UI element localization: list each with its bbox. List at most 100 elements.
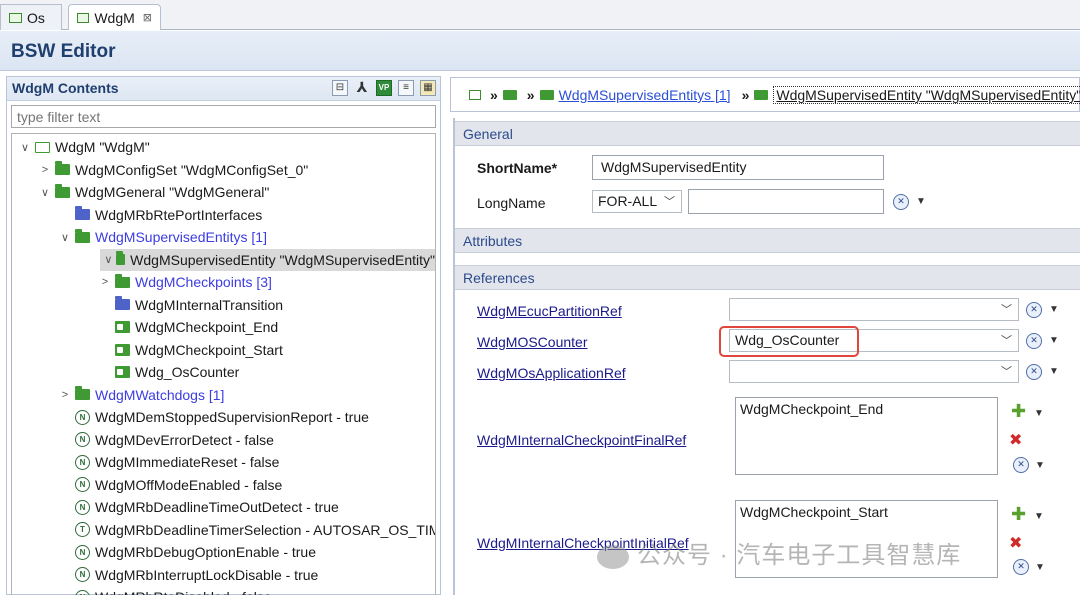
- parameter-icon: N: [75, 454, 90, 470]
- clear-icon[interactable]: ✕: [1013, 559, 1029, 575]
- tree-item[interactable]: > WdgMConfigSet "WdgMConfigSet_0": [38, 159, 308, 181]
- os-counter-label[interactable]: WdgMOSCounter: [477, 334, 587, 350]
- close-icon[interactable]: ⊠: [143, 11, 152, 24]
- tree-item-label: WdgM "WdgM": [55, 139, 150, 155]
- clear-icon[interactable]: ✕: [1013, 457, 1029, 473]
- final-ref-list[interactable]: WdgMCheckpoint_End: [735, 397, 998, 475]
- tree-item-label: WdgMCheckpoint_Start: [135, 341, 283, 358]
- tab-os-label: Os: [27, 9, 45, 26]
- tree-item[interactable]: N WdgMRbDeadlineTimeOutDetect - true: [58, 496, 339, 518]
- tree-item-label: WdgMCheckpoints [3]: [135, 274, 272, 290]
- dropdown-arrow-icon[interactable]: ▼: [1035, 460, 1045, 471]
- tree-item-label: WdgMRbRtePortInterfaces: [95, 206, 263, 223]
- section-general[interactable]: General: [455, 121, 1080, 146]
- clear-icon[interactable]: ✕: [1026, 333, 1042, 349]
- tree-item[interactable]: N WdgMImmediateReset - false: [58, 451, 279, 473]
- add-icon[interactable]: ✚: [1011, 504, 1026, 525]
- ecuc-partition-ref-select[interactable]: ﹀: [729, 298, 1019, 321]
- tree-item[interactable]: WdgMRbRtePortInterfaces: [58, 204, 262, 226]
- vp-res-icon[interactable]: VP: [376, 80, 392, 96]
- collapse-all-icon[interactable]: ⊟: [332, 80, 348, 96]
- final-ref-label[interactable]: WdgMInternalCheckpointFinalRef: [477, 432, 686, 448]
- tree-item[interactable]: WdgMCheckpoint_End: [98, 316, 278, 338]
- dropdown-arrow-icon[interactable]: ▼: [1034, 408, 1044, 419]
- clear-icon[interactable]: ✕: [1026, 364, 1042, 380]
- tree-item[interactable]: WdgMInternalTransition: [98, 294, 283, 316]
- dropdown-arrow-icon[interactable]: ▼: [1049, 304, 1059, 315]
- folder-icon: [75, 228, 90, 243]
- parameter-icon: N: [75, 567, 90, 582]
- tree-item[interactable]: N WdgMDevErrorDetect - false: [58, 429, 274, 451]
- collapse-icon[interactable]: ∨: [58, 231, 72, 244]
- longname-field[interactable]: [688, 189, 884, 214]
- parameter-icon: N: [75, 432, 90, 447]
- os-counter-highlight: [719, 326, 859, 357]
- contents-panel: WdgM Contents ⊟ ⅄ VP ≡ ▦ ∨WdgM "WdgM">Wd…: [6, 76, 441, 595]
- clear-icon[interactable]: ✕: [1026, 302, 1042, 318]
- tree-item-label: WdgMRbDeadlineTimerSelection - AUTOSAR_O…: [95, 521, 436, 538]
- breadcrumb-current[interactable]: WdgMSupervisedEntity "WdgMSupervisedEnti…: [773, 86, 1080, 104]
- collapse-icon[interactable]: ∨: [104, 253, 113, 266]
- grid-icon[interactable]: ▦: [420, 80, 436, 96]
- folder-icon: [75, 386, 90, 400]
- delete-icon[interactable]: ✖: [1009, 430, 1022, 450]
- dropdown-arrow-icon[interactable]: ▼: [1035, 562, 1045, 573]
- tree-item-label: WdgMInternalTransition: [135, 296, 284, 313]
- os-application-ref-select[interactable]: ﹀: [729, 360, 1019, 383]
- expand-icon[interactable]: >: [98, 276, 112, 288]
- tree-item-label: Wdg_OsCounter: [135, 364, 240, 380]
- expand-icon[interactable]: >: [38, 164, 52, 176]
- tree-item[interactable]: ∨ WdgMGeneral "WdgMGeneral": [38, 181, 269, 203]
- tree-item-label: WdgMConfigSet "WdgMConfigSet_0": [75, 161, 309, 178]
- folder-icon[interactable]: [502, 90, 517, 100]
- ecuc-partition-ref-label[interactable]: WdgMEcucPartitionRef: [477, 303, 622, 319]
- tree-item[interactable]: N WdgMRbDebugOptionEnable - true: [58, 541, 316, 563]
- list-item[interactable]: WdgMCheckpoint_End: [740, 401, 993, 417]
- tab-os[interactable]: Os: [0, 4, 62, 30]
- tree-item[interactable]: WdgMCheckpoint_Start: [98, 339, 283, 361]
- parameter-icon: N: [75, 499, 90, 515]
- tab-wdgm[interactable]: WdgM ⊠: [68, 4, 161, 30]
- dropdown-arrow-icon[interactable]: ▼: [1049, 335, 1059, 346]
- tree-item[interactable]: N WdgMRbRteDisabled - false: [58, 586, 272, 595]
- tree-item[interactable]: N WdgMDemStoppedSupervisionReport - true: [58, 406, 369, 428]
- tree-item[interactable]: ∨ WdgMSupervisedEntity "WdgMSupervisedEnt…: [100, 248, 435, 271]
- filter-input[interactable]: [11, 105, 436, 128]
- breadcrumb-link-supervised-entitys[interactable]: WdgMSupervisedEntitys [1]: [559, 87, 731, 103]
- shortname-field[interactable]: WdgMSupervisedEntity: [592, 155, 884, 180]
- tree-item[interactable]: N WdgMOffModeEnabled - false: [58, 474, 282, 496]
- section-attributes[interactable]: Attributes: [455, 228, 1080, 253]
- delete-icon[interactable]: ✖: [1009, 533, 1022, 553]
- tree-item[interactable]: > WdgMCheckpoints [3]: [98, 271, 272, 293]
- tree-item[interactable]: > WdgMWatchdogs [1]: [58, 384, 224, 406]
- collapse-icon[interactable]: ∨: [38, 186, 52, 199]
- module-icon: [35, 141, 50, 153]
- tree-item-label: WdgMRbInterruptLockDisable - true: [95, 566, 319, 583]
- dropdown-arrow-icon[interactable]: ▼: [916, 196, 926, 207]
- tree-item-label: WdgMRbDeadlineTimeOutDetect - true: [95, 499, 339, 515]
- tree-item-label: WdgMOffModeEnabled - false: [95, 476, 283, 493]
- dropdown-arrow-icon[interactable]: ▼: [1049, 366, 1059, 377]
- tree-item[interactable]: Wdg_OsCounter: [98, 361, 239, 383]
- add-icon[interactable]: ✚: [1011, 401, 1026, 422]
- reference-icon: [115, 321, 130, 333]
- expand-icon[interactable]: >: [58, 389, 72, 401]
- folder-icon: [115, 251, 126, 265]
- list-item[interactable]: WdgMCheckpoint_Start: [740, 504, 993, 520]
- tree-item[interactable]: ∨ WdgM "WdgM": [18, 136, 150, 158]
- tree-item[interactable]: ∨ WdgMSupervisedEntitys [1]: [58, 226, 267, 248]
- chevron-down-icon: ﹀: [1001, 335, 1012, 347]
- os-application-ref-label[interactable]: WdgMOsApplicationRef: [477, 365, 626, 381]
- tree-item[interactable]: N WdgMRbInterruptLockDisable - true: [58, 564, 318, 586]
- document-icon[interactable]: ≡: [398, 80, 414, 96]
- hierarchy-icon[interactable]: ⅄: [354, 80, 370, 96]
- folder-icon: [754, 90, 769, 100]
- language-select[interactable]: FOR-ALL ﹀: [592, 190, 682, 213]
- editor-title: BSW Editor: [11, 41, 116, 62]
- clear-icon[interactable]: ✕: [893, 194, 909, 210]
- section-references[interactable]: References: [455, 265, 1080, 290]
- tree-item[interactable]: T WdgMRbDeadlineTimerSelection - AUTOSAR_…: [58, 519, 436, 541]
- collapse-icon[interactable]: ∨: [18, 141, 32, 154]
- dropdown-arrow-icon[interactable]: ▼: [1034, 511, 1044, 522]
- module-icon[interactable]: [469, 90, 481, 100]
